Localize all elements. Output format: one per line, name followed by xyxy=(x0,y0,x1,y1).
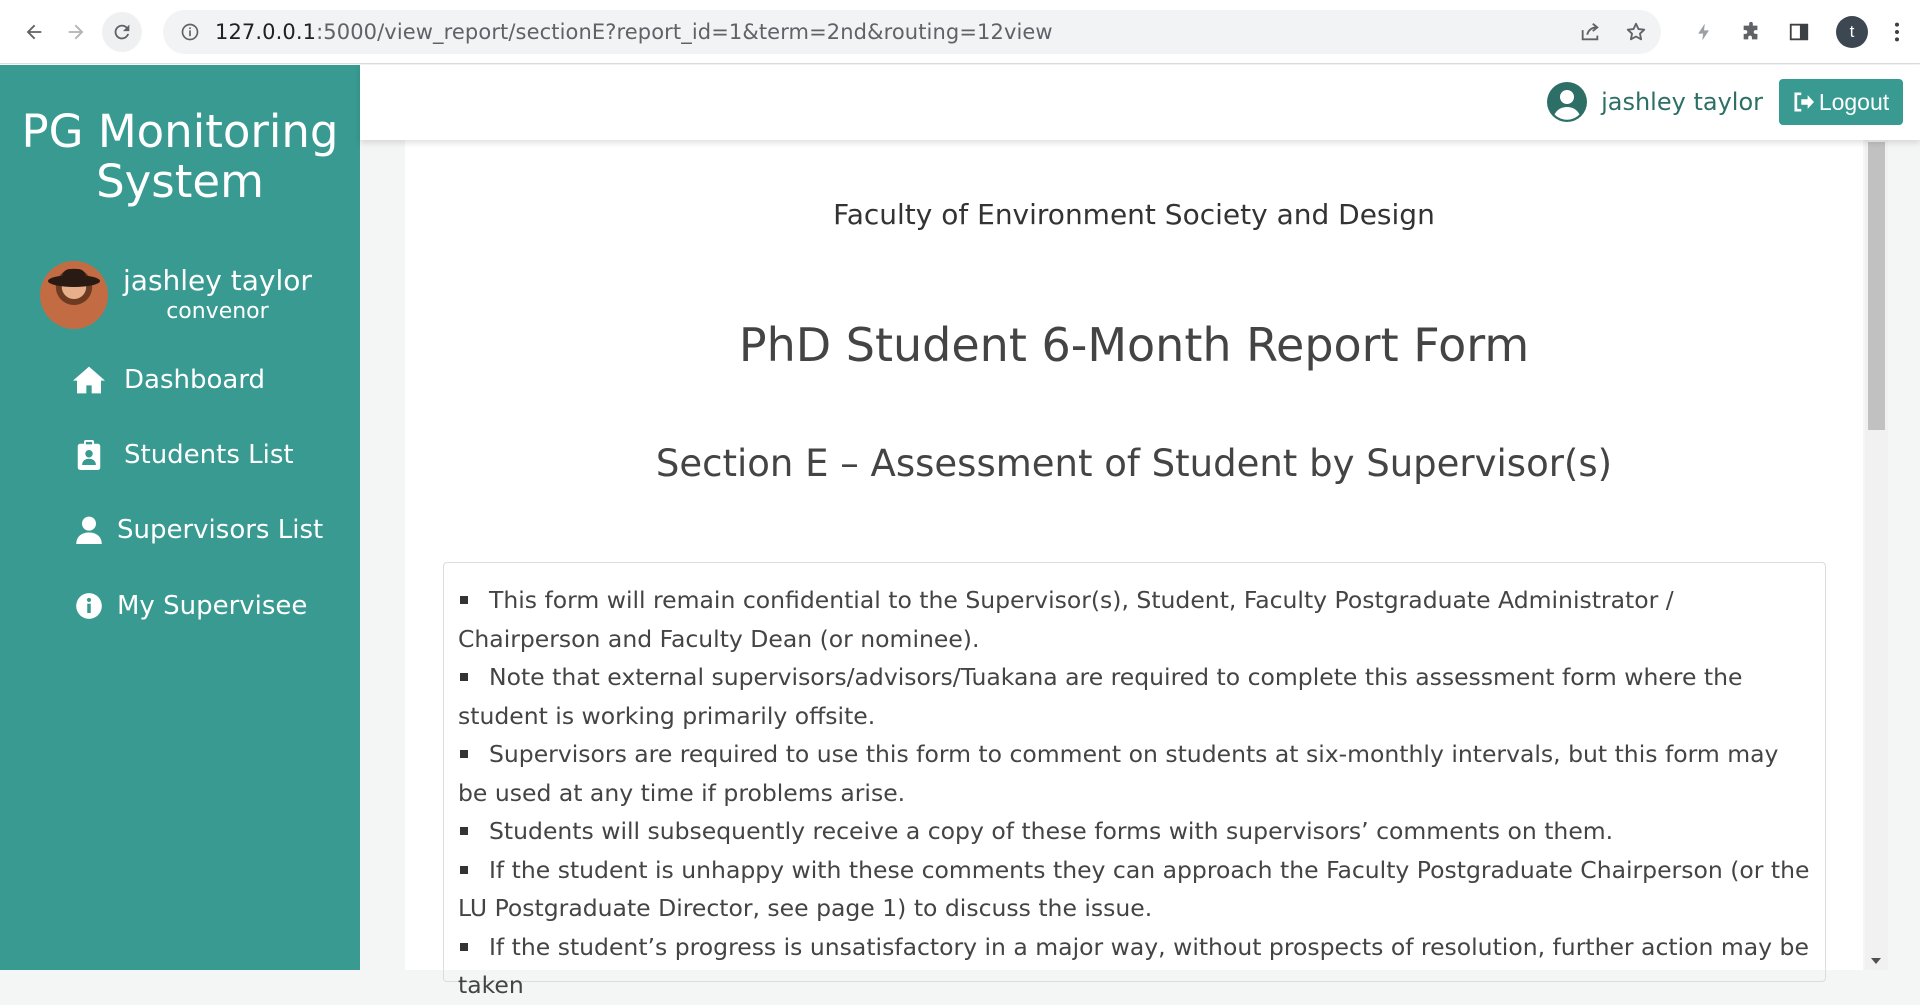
sidebar-item-label: Dashboard xyxy=(124,365,266,395)
sidebar-item-label: My Supervisee xyxy=(117,591,308,621)
avatar xyxy=(40,261,108,329)
browser-toolbar: 127.0.0.1:5000/view_report/sectionE?repo… xyxy=(0,0,1920,64)
sidebar-item-my-supervisee[interactable]: My Supervisee xyxy=(0,581,360,631)
list-item: If the student’s progress is unsatisfact… xyxy=(458,928,1811,1005)
lightning-icon[interactable] xyxy=(1694,21,1714,43)
kebab-menu-icon[interactable] xyxy=(1894,21,1900,43)
reload-icon xyxy=(114,24,130,39)
site-info-icon[interactable] xyxy=(179,21,201,43)
user-circle-icon xyxy=(1547,82,1588,122)
page-title: PhD Student 6-Month Report Form xyxy=(738,318,1530,372)
list-item: If the student is unhappy with these com… xyxy=(458,851,1811,928)
topbar-user[interactable]: jashley taylor xyxy=(1547,82,1763,122)
address-bar[interactable]: 127.0.0.1:5000/view_report/sectionE?repo… xyxy=(163,10,1661,54)
page-scrollbar[interactable] xyxy=(1865,140,1888,970)
url-text[interactable]: 127.0.0.1:5000/view_report/sectionE?repo… xyxy=(215,20,1053,44)
back-button[interactable] xyxy=(14,12,54,52)
top-navbar: jashley taylor Logout xyxy=(360,65,1920,140)
list-item: Supervisors are required to use this for… xyxy=(458,735,1811,812)
main-content: Faculty of Environment Society and Desig… xyxy=(360,140,1920,999)
sidebar-item-students-list[interactable]: Students List xyxy=(0,430,360,480)
back-arrow-icon xyxy=(26,24,42,39)
sidebar-user-profile: jashley taylor convenor xyxy=(40,261,312,329)
list-item: Students will subsequently receive a cop… xyxy=(458,812,1811,851)
faculty-heading: Faculty of Environment Society and Desig… xyxy=(833,198,1435,231)
logout-button[interactable]: Logout xyxy=(1779,79,1903,125)
report-form-card: Faculty of Environment Society and Desig… xyxy=(405,140,1863,999)
scrollbar-thumb[interactable] xyxy=(1868,142,1885,430)
info-circle-icon xyxy=(73,590,105,622)
instructions-box: This form will remain confidential to th… xyxy=(443,562,1826,999)
profile-avatar[interactable]: t xyxy=(1836,16,1868,48)
bookmark-star-icon[interactable] xyxy=(1625,21,1647,43)
reload-button[interactable] xyxy=(102,11,142,52)
list-item: This form will remain confidential to th… xyxy=(458,581,1811,658)
sidebar-user-name: jashley taylor xyxy=(123,264,312,297)
forward-arrow-icon xyxy=(68,24,84,39)
extensions-puzzle-icon[interactable] xyxy=(1740,21,1762,43)
sidebar-item-supervisors-list[interactable]: Supervisors List xyxy=(0,505,360,555)
scroll-down-arrow-icon[interactable] xyxy=(1871,958,1881,964)
section-title: Section E – Assessment of Student by Sup… xyxy=(655,442,1613,485)
sign-out-icon xyxy=(1793,92,1815,112)
app-brand-title: PG Monitoring System xyxy=(21,105,339,208)
sidebar-item-dashboard[interactable]: Dashboard xyxy=(0,355,360,405)
sidebar: PG Monitoring System jashley taylor conv… xyxy=(0,65,360,970)
forward-button[interactable] xyxy=(56,12,96,52)
user-icon xyxy=(73,514,105,546)
share-icon[interactable] xyxy=(1579,21,1601,43)
home-icon xyxy=(73,364,105,396)
list-item: Note that external supervisors/advisors/… xyxy=(458,658,1811,735)
sidebar-item-label: Students List xyxy=(124,440,294,470)
clipboard-user-icon xyxy=(73,439,105,471)
logout-label: Logout xyxy=(1818,88,1890,115)
topbar-user-name: jashley taylor xyxy=(1601,88,1763,116)
side-panel-icon[interactable] xyxy=(1788,21,1810,43)
sidebar-item-label: Supervisors List xyxy=(117,515,324,545)
sidebar-user-role: convenor xyxy=(166,299,269,324)
